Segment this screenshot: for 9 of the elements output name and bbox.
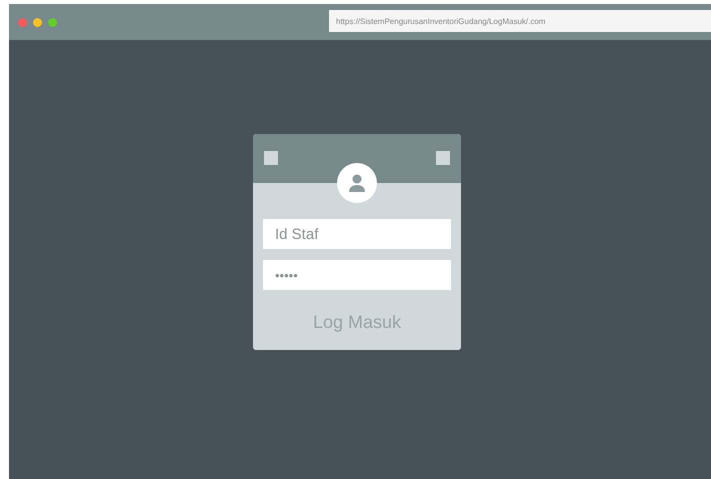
minimize-button[interactable] [33,18,42,27]
maximize-button[interactable] [48,18,57,27]
staff-id-field[interactable]: Id Staf [263,219,451,249]
address-field[interactable]: https://SistemPengurusanInventoriGudang/LogMasuk/.com [329,10,711,32]
user-icon [347,173,367,193]
square-icon [436,151,450,165]
square-icon [264,151,278,165]
password-field[interactable]: ••••• [263,260,451,290]
close-button[interactable] [18,18,27,27]
